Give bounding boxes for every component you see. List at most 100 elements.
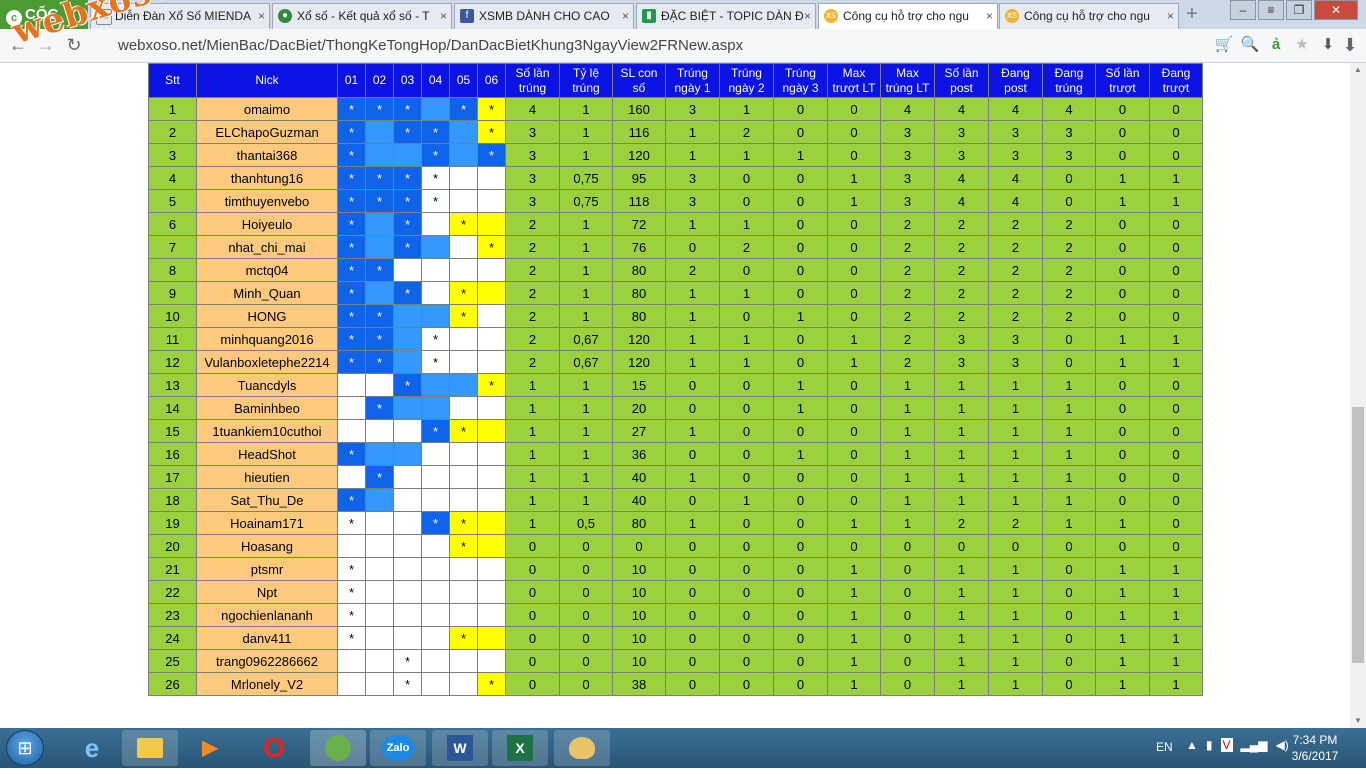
- downloads-arrow-icon[interactable]: ⬇: [1340, 35, 1360, 55]
- opera-icon[interactable]: O: [246, 730, 302, 766]
- stat-cell: 2: [505, 304, 560, 328]
- stat-cell: 27: [612, 419, 666, 443]
- day-cell: *: [393, 166, 422, 190]
- close-icon[interactable]: ×: [258, 4, 265, 28]
- stat-cell: 0: [719, 419, 774, 443]
- close-icon[interactable]: ×: [622, 4, 629, 28]
- minimize-button[interactable]: –: [1230, 0, 1256, 20]
- stat-cell: 1: [1149, 350, 1203, 374]
- restore-button[interactable]: ❐: [1286, 0, 1312, 20]
- ie-icon[interactable]: e: [64, 730, 120, 766]
- tab-cong-cu-active[interactable]: xs Công cụ hỗ trợ cho ngu ×: [818, 3, 998, 29]
- stat-cell: 3: [934, 120, 989, 144]
- download-icon[interactable]: ⬇: [1317, 34, 1339, 56]
- close-icon[interactable]: ×: [986, 4, 993, 28]
- day-cell: *: [365, 166, 394, 190]
- coccoc-icon[interactable]: [310, 730, 366, 766]
- nick-cell[interactable]: omaimo: [196, 97, 338, 121]
- nick-cell[interactable]: Hoainam171: [196, 511, 338, 535]
- nick-cell[interactable]: Minh_Quan: [196, 281, 338, 305]
- tab-dac-biet[interactable]: ▮ ĐẶC BIỆT - TOPIC DÀN Đ ×: [636, 3, 816, 29]
- menu-button[interactable]: ≡: [1258, 0, 1284, 20]
- day-cell: [421, 373, 450, 397]
- media-player-icon[interactable]: ▶: [182, 730, 238, 766]
- stat-cell: 0: [1095, 143, 1150, 167]
- stat-cell: 120: [612, 143, 666, 167]
- nick-cell[interactable]: Vulanboxletephe2214: [196, 350, 338, 374]
- nick-cell[interactable]: Hoasang: [196, 534, 338, 558]
- nick-cell[interactable]: Hoiyeulo: [196, 212, 338, 236]
- stt-cell: 11: [148, 327, 197, 351]
- clock[interactable]: 7:34 PM 3/6/2017: [1280, 732, 1350, 764]
- nick-cell[interactable]: Sat_Thu_De: [196, 488, 338, 512]
- reload-icon[interactable]: ↻: [64, 35, 84, 55]
- tab-xo-so[interactable]: ● Xổ số - Kết quả xổ số - T ×: [272, 3, 452, 29]
- url-field[interactable]: webxoso.net/MienBac/DacBiet/ThongKeTongH…: [118, 37, 743, 54]
- shopping-cart-icon[interactable]: 🛒: [1213, 34, 1235, 56]
- stat-cell: 0: [827, 396, 881, 420]
- nick-cell[interactable]: trang0962286662: [196, 649, 338, 673]
- start-button[interactable]: ⊞: [6, 730, 44, 766]
- bookmark-star-icon[interactable]: ★: [1291, 34, 1313, 56]
- new-tab-plus-icon[interactable]: +: [1180, 3, 1204, 27]
- tray-expand-icon[interactable]: ▲: [1186, 738, 1198, 752]
- stat-cell: 1: [1095, 189, 1150, 213]
- explorer-icon[interactable]: [122, 730, 178, 766]
- stat-cell: 0: [719, 672, 774, 696]
- signal-icon[interactable]: ▂▄▆: [1241, 738, 1268, 752]
- nick-cell[interactable]: Mrlonely_V2: [196, 672, 338, 696]
- nick-cell[interactable]: thantai368: [196, 143, 338, 167]
- close-window-button[interactable]: ✕: [1314, 0, 1358, 20]
- scroll-thumb[interactable]: [1352, 407, 1364, 663]
- vietnamese-input-icon[interactable]: ả: [1265, 34, 1287, 56]
- nick-cell[interactable]: HeadShot: [196, 442, 338, 466]
- vietkey-icon[interactable]: V: [1220, 738, 1233, 752]
- nick-cell[interactable]: ptsmr: [196, 557, 338, 581]
- vertical-scrollbar[interactable]: ▲ ▼: [1350, 63, 1366, 728]
- battery-icon[interactable]: ▮: [1206, 738, 1213, 752]
- day-cell: [393, 304, 422, 328]
- zalo-icon[interactable]: Zalo: [370, 730, 426, 766]
- nick-cell[interactable]: HONG: [196, 304, 338, 328]
- tab-xsmb[interactable]: f XSMB DÀNH CHO CAO ×: [454, 3, 634, 29]
- day-cell: [365, 557, 394, 581]
- paint-icon[interactable]: [554, 730, 610, 766]
- nick-cell[interactable]: 1tuankiem10cuthoi: [196, 419, 338, 443]
- stat-cell: 0: [719, 304, 774, 328]
- tab-cong-cu[interactable]: xs Công cụ hỗ trợ cho ngu ×: [999, 3, 1179, 29]
- close-icon[interactable]: ×: [804, 4, 811, 28]
- stat-cell: 3: [988, 143, 1043, 167]
- stat-cell: 0: [827, 235, 881, 259]
- nick-cell[interactable]: Tuancdyls: [196, 373, 338, 397]
- day-cell: *: [449, 281, 478, 305]
- scroll-up-icon[interactable]: ▲: [1350, 63, 1366, 77]
- scroll-down-icon[interactable]: ▼: [1350, 714, 1366, 728]
- zoom-icon[interactable]: 🔍: [1239, 34, 1261, 56]
- day-cell: *: [421, 166, 450, 190]
- word-icon[interactable]: W: [432, 730, 488, 766]
- nick-cell[interactable]: ngochienlananh: [196, 603, 338, 627]
- stat-cell: 3: [880, 120, 935, 144]
- table-row: 24 danv411 * * 0 0 10 0 0 0 1 0 1 1 0 1 1: [148, 626, 1203, 650]
- nick-cell[interactable]: Npt: [196, 580, 338, 604]
- table-row: 16 HeadShot * 1 1 36 0 0 1 0 1 1 1 1 0 0: [148, 442, 1203, 466]
- stat-cell: 0: [1149, 373, 1203, 397]
- close-icon[interactable]: ×: [440, 4, 447, 28]
- close-icon[interactable]: ×: [1167, 4, 1174, 28]
- nick-cell[interactable]: mctq04: [196, 258, 338, 282]
- nick-cell[interactable]: minhquang2016: [196, 327, 338, 351]
- nick-cell[interactable]: timthuyenvebo: [196, 189, 338, 213]
- nick-cell[interactable]: thanhtung16: [196, 166, 338, 190]
- day-cell: *: [477, 235, 506, 259]
- language-indicator[interactable]: EN: [1156, 740, 1173, 754]
- nick-cell[interactable]: Baminhbeo: [196, 396, 338, 420]
- excel-icon[interactable]: X: [492, 730, 548, 766]
- day-cell: [421, 534, 450, 558]
- stat-cell: 3: [880, 166, 935, 190]
- stat-cell: 1: [1095, 557, 1150, 581]
- address-bar: ← → ↻ webxoso.net/MienBac/DacBiet/ThongK…: [0, 29, 1366, 63]
- nick-cell[interactable]: ELChapoGuzman: [196, 120, 338, 144]
- nick-cell[interactable]: danv411: [196, 626, 338, 650]
- nick-cell[interactable]: nhat_chi_mai: [196, 235, 338, 259]
- nick-cell[interactable]: hieutien: [196, 465, 338, 489]
